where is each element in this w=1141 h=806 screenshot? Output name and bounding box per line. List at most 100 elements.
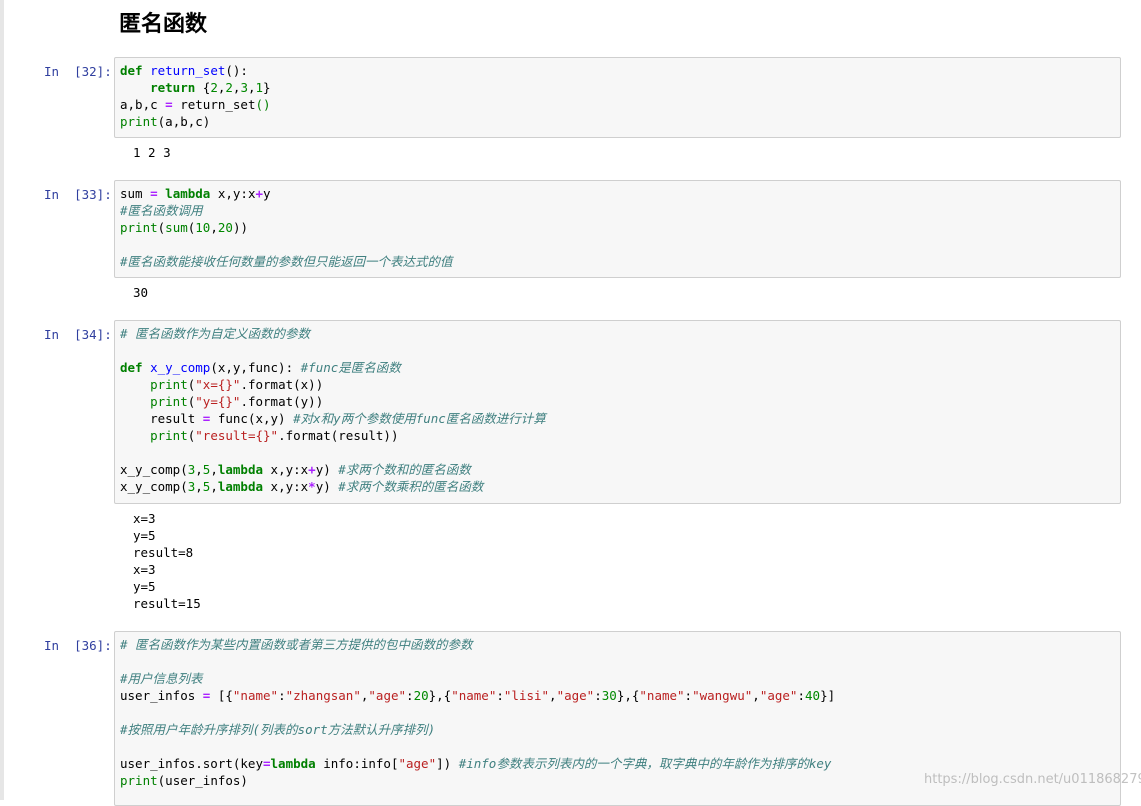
comment-token: #按照用户年龄升序排列(列表的sort方法默认升序排列) [120, 722, 436, 737]
code-text: a,b,c [120, 97, 166, 112]
code-text: .format(result)) [278, 428, 399, 443]
code-text: y) [315, 479, 339, 494]
number-token: 10 [195, 220, 211, 235]
string-token: "lisi" [503, 688, 550, 703]
code-editor[interactable]: sum = lambda x,y:x+y #匿名函数调用 print(sum(1… [115, 181, 1120, 270]
code-editor[interactable]: def return_set(): return {2,2,3,1} a,b,c… [115, 58, 1120, 130]
code-text: , [195, 479, 203, 494]
builtin-token: print [120, 220, 158, 235]
code-text: : [278, 688, 286, 703]
builtin-token: print [120, 114, 158, 129]
code-text: return_set [172, 97, 256, 112]
code-text: { [195, 80, 211, 95]
code-input-area[interactable]: def return_set(): return {2,2,3,1} a,b,c… [114, 57, 1121, 138]
code-text: .format(y)) [240, 394, 324, 409]
string-token: "age" [398, 756, 437, 771]
code-line: a,b,c = return_set() [120, 97, 271, 112]
code-editor[interactable]: # 匿名函数作为自定义函数的参数 def x_y_comp(x,y,func):… [115, 321, 1120, 495]
comment-token: #用户信息列表 [120, 671, 203, 686]
code-line: sum = lambda x,y:x+y [120, 186, 271, 201]
comment-token: #求两个数和的匿名函数 [338, 462, 471, 477]
keyword-token: return [150, 80, 196, 95]
number-token: 3 [240, 80, 248, 95]
operator-token: + [308, 462, 316, 477]
code-line: print(sum(10,20)) [120, 220, 248, 235]
cell-prompt: In [32]: [44, 64, 112, 79]
code-line: def x_y_comp(x,y,func): #func是匿名函数 [120, 360, 401, 375]
number-token: 20 [413, 688, 429, 703]
number-token: 2 [210, 80, 218, 95]
string-token: "zhangsan" [285, 688, 361, 703]
code-input-area[interactable]: sum = lambda x,y:x+y #匿名函数调用 print(sum(1… [114, 180, 1121, 278]
operator-token: = [150, 186, 158, 201]
code-text: , [210, 479, 218, 494]
code-text: )) [232, 220, 248, 235]
builtin-token: print [120, 773, 158, 788]
comment-token: # 匿名函数作为自定义函数的参数 [120, 326, 311, 341]
code-text: x_y_comp( [120, 479, 188, 494]
string-token: "name" [451, 688, 497, 703]
section-heading: 匿名函数 [119, 12, 208, 37]
code-line: # 匿名函数作为自定义函数的参数 [120, 326, 310, 341]
keyword-token: lambda [217, 462, 264, 477]
code-line: print(user_infos) [120, 773, 248, 788]
code-text: .format(x)) [240, 377, 324, 392]
code-text: [{ [210, 688, 233, 703]
function-name-token: x_y_comp [150, 360, 211, 375]
comment-token: #对x和y两个参数使用func匿名函数进行计算 [293, 411, 546, 426]
code-text: (): [225, 63, 248, 78]
keyword-token: lambda [270, 756, 316, 771]
code-text: user_infos.sort(key [120, 756, 263, 771]
code-text: , [549, 688, 557, 703]
code-line: x_y_comp(3,5,lambda x,y:x+y) #求两个数和的匿名函数 [120, 462, 471, 477]
comment-token: # 匿名函数作为某些内置函数或者第三方提供的包中函数的参数 [120, 637, 473, 652]
string-token: "result={}" [195, 428, 279, 443]
code-line: #用户信息列表 [120, 671, 203, 686]
code-text: (x,y,func): [210, 360, 301, 375]
code-line: #匿名函数调用 [120, 203, 203, 218]
function-name-token: return_set [150, 63, 226, 78]
cell-output: x=3 y=5 result=8 x=3 y=5 result=15 [133, 511, 201, 611]
code-editor[interactable]: # 匿名函数作为某些内置函数或者第三方提供的包中函数的参数 #用户信息列表 us… [115, 632, 1120, 789]
keyword-token: def [120, 63, 143, 78]
code-text: }] [820, 688, 836, 703]
code-line: print(a,b,c) [120, 114, 210, 129]
code-line: print("result={}".format(result)) [120, 428, 399, 443]
code-text: info:info[ [315, 756, 399, 771]
code-line: # 匿名函数作为某些内置函数或者第三方提供的包中函数的参数 [120, 637, 473, 652]
number-token: 2 [225, 80, 233, 95]
string-token: "age" [368, 688, 407, 703]
string-token: "name" [639, 688, 685, 703]
cell-output: 30 [133, 285, 149, 300]
number-token: 40 [805, 688, 821, 703]
code-input-area[interactable]: # 匿名函数作为自定义函数的参数 def x_y_comp(x,y,func):… [114, 320, 1121, 504]
cell-prompt: In [34]: [44, 327, 112, 342]
code-text: , [210, 462, 218, 477]
string-token: "x={}" [195, 377, 241, 392]
string-token: "wangwu" [692, 688, 753, 703]
code-text: x,y:x [210, 186, 256, 201]
code-line: def return_set(): [120, 63, 248, 78]
code-text: , [247, 80, 256, 95]
code-line: return {2,2,3,1} [120, 80, 270, 95]
keyword-token: def [120, 360, 143, 375]
code-line: result = func(x,y) #对x和y两个参数使用func匿名函数进行… [120, 411, 546, 426]
string-token: "age" [556, 688, 595, 703]
comment-token: #匿名函数能接收任何数量的参数但只能返回一个表达式的值 [120, 254, 453, 269]
code-text: user_infos [120, 688, 203, 703]
code-text: : [797, 688, 805, 703]
cell-output: 1 2 3 [133, 145, 171, 160]
code-text: x_y_comp( [120, 462, 188, 477]
code-line: user_infos = [{"name":"zhangsan","age":2… [120, 688, 835, 703]
code-line: print("y={}".format(y)) [120, 394, 323, 409]
builtin-token: print [150, 394, 188, 409]
string-token: "age" [759, 688, 798, 703]
code-line: x_y_comp(3,5,lambda x,y:x*y) #求两个数乘积的匿名函… [120, 479, 483, 494]
code-text: (a,b,c) [157, 114, 211, 129]
builtin-token: print [150, 377, 188, 392]
number-token: 20 [217, 220, 233, 235]
